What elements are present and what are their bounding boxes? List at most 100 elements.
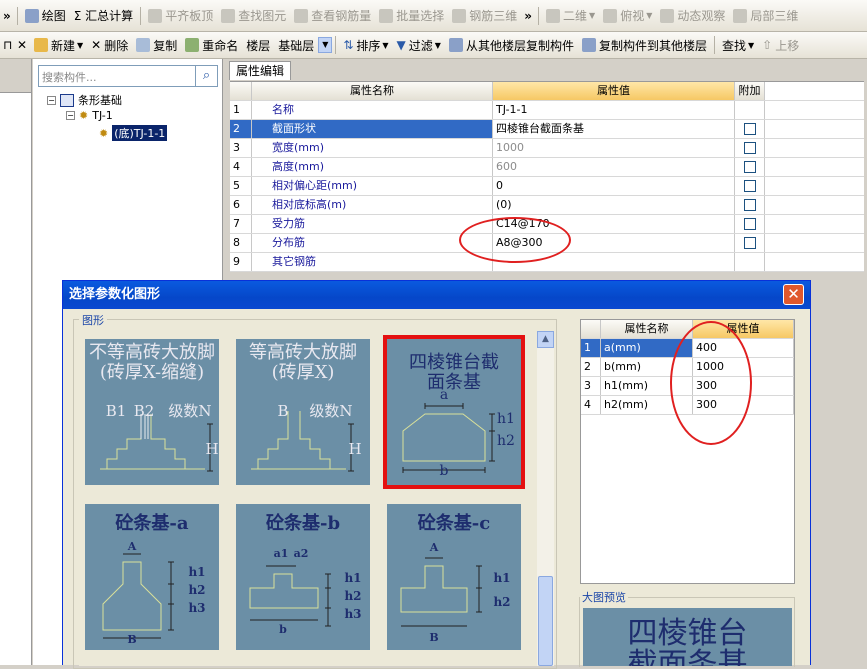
column-header: 属性名称 — [601, 320, 693, 338]
collapse-icon[interactable]: − — [66, 111, 75, 120]
property-value[interactable]: TJ-1-1 — [493, 101, 735, 119]
shape-label: B — [127, 633, 137, 646]
new-icon — [34, 38, 48, 52]
filter-icon: ▼ — [396, 38, 406, 52]
delete-button[interactable]: ✕ 删除 — [87, 34, 132, 56]
property-name: 名称 — [252, 101, 493, 119]
chevron-down-icon: ▼ — [382, 40, 389, 50]
shape-label: h2 — [493, 595, 511, 609]
row-number-header — [230, 82, 252, 100]
rebar-3d-icon — [452, 8, 467, 23]
shape-card[interactable]: 砼条基-c A h1 h2 B — [381, 498, 527, 658]
gear-icon: ✹ — [99, 126, 109, 140]
column-header: 属性值 — [493, 82, 735, 100]
search-input[interactable]: 搜索构件... — [38, 65, 196, 87]
delete-icon: ✕ — [91, 38, 102, 52]
rename-button[interactable]: 重命名 — [181, 34, 242, 56]
left-dock-panel — [0, 59, 32, 665]
row-number: 5 — [230, 177, 252, 195]
property-value[interactable]: 600 — [493, 158, 735, 176]
filter-button[interactable]: ▼ 过滤 ▼ — [393, 34, 445, 56]
property-value[interactable]: 0 — [493, 177, 735, 195]
row-number: 7 — [230, 215, 252, 233]
orbit-button[interactable]: 动态观察 — [656, 5, 729, 27]
batch-select-button[interactable]: 批量选择 — [375, 5, 448, 27]
find-element-icon — [221, 8, 236, 23]
shape-card[interactable]: 等高砖大放脚(砖厚X) B 级数N H — [230, 333, 376, 493]
sort-button[interactable]: ⇅ 排序 ▼ — [339, 34, 392, 56]
shape-label: a2 — [293, 547, 309, 560]
collapse-icon[interactable]: − — [47, 95, 56, 105]
toolbar-overflow-icon[interactable]: » — [0, 9, 14, 23]
new-button[interactable]: 新建 ▼ — [30, 34, 87, 56]
tree-node-leaf[interactable]: ✹ (底)TJ-1-1 — [99, 125, 168, 141]
copy-to-floor-button[interactable]: 复制构件到其他楼层 — [578, 34, 711, 56]
rename-icon — [185, 38, 200, 52]
toolbar-overflow-icon[interactable]: » — [521, 9, 535, 23]
property-value[interactable]: 1000 — [493, 139, 735, 157]
close-button[interactable]: ✕ — [783, 284, 804, 305]
find-button[interactable]: 查找 ▼ — [718, 34, 758, 56]
append-checkbox[interactable] — [743, 199, 756, 211]
table-row[interactable]: 4 高度(mm) 600 — [230, 158, 864, 177]
tab-property-edit[interactable]: 属性编辑 — [229, 61, 291, 80]
top-view-dropdown[interactable]: 俯视 ▼ — [599, 5, 656, 27]
append-checkbox[interactable] — [743, 237, 756, 249]
shape-card[interactable]: 不等高砖大放脚(砖厚X-缩缝) B1 B2 级数N H — [79, 333, 225, 493]
move-up-button[interactable]: ⇧ 上移 — [758, 34, 803, 56]
floor-label: 楼层 — [246, 38, 271, 53]
gear-icon: ✹ — [79, 109, 89, 122]
group-label: 图形 — [79, 312, 107, 328]
top-view-icon — [603, 8, 618, 23]
row-number: 3 — [581, 377, 601, 395]
table-row[interactable]: 2 截面形状 四棱锥台截面条基 — [230, 120, 864, 139]
tree-node-root[interactable]: − 条形基础 — [47, 92, 122, 108]
scroll-up-icon[interactable]: ▲ — [537, 331, 554, 348]
floor-select[interactable]: 基础层 ▼ — [274, 34, 333, 56]
property-value[interactable]: (0) — [493, 196, 735, 214]
preview-label: 大图预览 — [580, 589, 628, 605]
highlight-circle — [670, 321, 752, 445]
shape-card[interactable]: 砼条基-b a1 a2 h1 h2 h3 b — [230, 498, 376, 658]
shape-thumbnail: 砼条基-c A h1 h2 B — [387, 504, 521, 650]
shape-thumbnail: 砼条基-a A h1 h2 h3 B — [85, 504, 219, 650]
property-value[interactable]: 四棱锥台截面条基 — [493, 120, 735, 138]
2d-dropdown[interactable]: 二维 ▼ — [542, 5, 599, 27]
append-checkbox[interactable] — [743, 142, 756, 154]
append-cell — [735, 234, 765, 252]
local-3d-button[interactable]: 局部三维 — [729, 5, 802, 27]
chevron-down-icon[interactable]: ▼ — [318, 37, 333, 53]
tree-node-child[interactable]: − ✹ TJ-1 — [66, 109, 113, 122]
append-checkbox[interactable] — [743, 218, 756, 230]
shape-card-selected[interactable]: 四棱锥台截面条基 a h1 h2 b — [381, 333, 527, 493]
pin-icon[interactable]: ⊓ — [3, 38, 12, 52]
table-row[interactable]: 1 名称 TJ-1-1 — [230, 101, 864, 120]
table-row[interactable]: 6 相对底标高(m) (0) — [230, 196, 864, 215]
copy-from-floor-button[interactable]: 从其他楼层复制构件 — [445, 34, 578, 56]
view-rebar-button[interactable]: 查看钢筋量 — [290, 5, 375, 27]
gallery-scrollbar[interactable]: ▲ — [537, 331, 554, 666]
find-element-button[interactable]: 查找图元 — [217, 5, 290, 27]
rebar-3d-button[interactable]: 钢筋三维 — [448, 5, 521, 27]
shape-card[interactable]: 砼条基-a A h1 h2 h3 B — [79, 498, 225, 658]
append-checkbox[interactable] — [743, 180, 756, 192]
chevron-down-icon: ▼ — [748, 40, 755, 50]
row-number: 3 — [230, 139, 252, 157]
table-row[interactable]: 3 宽度(mm) 1000 — [230, 139, 864, 158]
component-toolbar: ⊓ ✕ 新建 ▼ ✕ 删除 复制 重命名 楼层 基础层 ▼ ⇅ 排序 ▼ ▼ 过滤 ▼ 从其他楼… — [0, 32, 867, 59]
dialog-title: 选择参数化图形 — [63, 281, 810, 309]
draw-button[interactable]: 绘图 — [21, 5, 70, 27]
table-row[interactable]: 5 相对偏心距(mm) 0 — [230, 177, 864, 196]
foundation-icon — [60, 93, 74, 107]
sum-calc-button[interactable]: Σ 汇总计算 — [70, 5, 137, 27]
copy-button[interactable]: 复制 — [132, 34, 181, 56]
align-top-button[interactable]: 平齐板顶 — [144, 5, 217, 27]
property-name: 高度(mm) — [252, 158, 493, 176]
search-icon[interactable]: ⌕ — [196, 65, 218, 87]
append-checkbox[interactable] — [743, 161, 756, 173]
append-cell — [735, 253, 765, 271]
append-checkbox[interactable] — [743, 123, 756, 135]
scroll-thumb[interactable] — [538, 576, 553, 666]
close-icon[interactable]: ✕ — [17, 38, 27, 52]
shape-thumbnail: 不等高砖大放脚(砖厚X-缩缝) B1 B2 级数N H — [85, 339, 219, 485]
